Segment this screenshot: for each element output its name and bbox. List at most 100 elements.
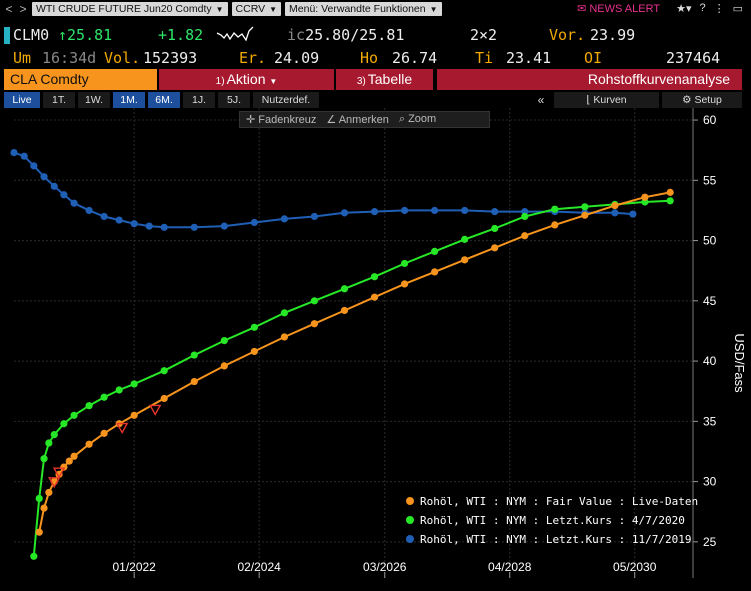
table-number: 3) (356, 76, 366, 87)
chart-legend: Rohöl, WTI : NYM : Fair Value : Live-Dat… (406, 495, 698, 546)
data-point (310, 212, 319, 221)
curves-button[interactable]: ⌊ Kurven (554, 92, 659, 108)
function-dropdown[interactable]: CCRV ▼ (231, 1, 282, 16)
zoom-label: Zoom (408, 113, 437, 125)
data-point (145, 222, 153, 230)
curves-label: Kurven (593, 94, 627, 106)
annotate-label: Anmerken (338, 114, 389, 126)
ticker-marker (4, 27, 10, 44)
magnifier-icon: ⌕ (398, 113, 406, 125)
back-arrow-icon[interactable]: < (4, 2, 14, 16)
crosshair-tool[interactable]: ✛ Fadenkreuz (246, 113, 316, 126)
data-point (100, 429, 108, 437)
related-functions-dropdown[interactable]: Menü: Verwandte Funktionen ▼ (285, 1, 442, 16)
data-point (220, 362, 228, 370)
range-6m[interactable]: 6M. (148, 92, 180, 108)
data-point (340, 306, 349, 315)
help-icon[interactable]: ? (699, 2, 705, 15)
price-change: +1.82 (158, 26, 204, 44)
data-point (160, 367, 168, 375)
data-point (461, 206, 469, 215)
range-5y[interactable]: 5J. (218, 92, 250, 108)
table-button[interactable]: 3) Tabelle (336, 69, 433, 90)
ticker[interactable]: CLM0 (13, 26, 49, 44)
annotate-tool[interactable]: ∠ Anmerken (326, 113, 388, 126)
setup-button[interactable]: ⚙ Setup (662, 92, 742, 108)
data-point (491, 224, 499, 233)
data-point (521, 212, 529, 221)
um-label: Um (13, 49, 32, 67)
data-point (160, 394, 168, 403)
table-label: Tabelle (367, 71, 413, 87)
data-point (370, 208, 379, 216)
range-custom[interactable]: Nutzerdef. (253, 92, 319, 108)
data-point (45, 439, 53, 447)
range-1m[interactable]: 1M. (113, 92, 145, 108)
data-point (641, 193, 649, 201)
y-tick-label: 40 (703, 354, 717, 368)
y-tick-label: 25 (703, 535, 717, 549)
data-point (250, 323, 258, 331)
range-live[interactable]: Live (4, 92, 40, 108)
data-point (310, 297, 319, 305)
last-price: ↑25.81 (58, 26, 113, 44)
security-tab[interactable]: CLA Comdty (4, 69, 157, 90)
data-point (10, 148, 18, 157)
open-interest-label: OI (584, 49, 603, 67)
data-point (370, 293, 379, 301)
prev-label: Vor. (549, 26, 586, 44)
chevron-down-icon: ▼ (215, 4, 224, 14)
data-point (130, 220, 138, 228)
data-point (85, 402, 93, 410)
range-1y[interactable]: 1J. (183, 92, 215, 108)
data-point (40, 504, 48, 512)
ic-label: ic (287, 26, 306, 44)
restore-icon[interactable]: ▭ (733, 2, 743, 15)
news-alert-button[interactable]: ✉ NEWS ALERT (577, 2, 660, 16)
function-dropdown-label: CCRV (235, 2, 266, 15)
legend-entry: Rohöl, WTI : NYM : Letzt.Kurs : 4/7/2020 (420, 514, 685, 527)
y-tick-label: 55 (703, 173, 717, 187)
forward-curve-chart[interactable]: 25 30 35 40 45 50 55 60 01/2022 02/2024 03/2026 04… (0, 108, 751, 591)
related-functions-label: Menü: Verwandte Funktionen (289, 2, 426, 15)
function-tab-bar: CLA Comdty 1) Aktion ▼ 3) Tabelle Rohstoff… (0, 69, 751, 90)
data-point (130, 380, 138, 388)
prev-close: 23.99 (590, 26, 636, 44)
data-point (581, 211, 589, 219)
bid-ask-value: 25.80/25.81 (305, 26, 405, 44)
y-tick-label: 45 (703, 294, 717, 308)
data-point (666, 197, 674, 205)
open-price: 24.09 (274, 49, 320, 67)
security-dropdown-label: WTI CRUDE FUTURE Jun20 Comdty (36, 2, 212, 15)
data-point (340, 209, 349, 217)
action-label: Aktion (226, 71, 266, 87)
range-1d[interactable]: 1T. (43, 92, 75, 108)
data-point (50, 430, 58, 439)
high-price: 26.74 (392, 49, 438, 67)
star-icon[interactable]: ★▾ (676, 2, 691, 15)
security-dropdown[interactable]: WTI CRUDE FUTURE Jun20 Comdty ▼ (32, 1, 228, 16)
data-point (581, 203, 589, 211)
data-point (551, 221, 559, 229)
chevron-down-icon: ▼ (429, 4, 438, 14)
command-bar: < > WTI CRUDE FUTURE Jun20 Comdty ▼ CCRV ▼… (0, 0, 751, 17)
data-point (70, 199, 78, 207)
data-point (100, 393, 108, 401)
action-menu-button[interactable]: 1) Aktion ▼ (159, 69, 334, 90)
data-point (521, 232, 529, 240)
data-point (160, 223, 168, 231)
y-tick-label: 50 (703, 234, 717, 248)
high-label: Ho (360, 49, 379, 67)
x-tick-label: 04/2028 (488, 560, 532, 574)
zoom-tool[interactable]: ⌕ Zoom (399, 113, 436, 126)
data-point (115, 216, 123, 224)
quote-time: 16:34d (42, 49, 97, 67)
data-point (400, 280, 409, 288)
quote-line-1: CLM0 ↑25.81 +1.82 ic25.80/25.81 2×2 Vor.… (0, 25, 751, 47)
forward-arrow-icon[interactable]: > (18, 2, 28, 16)
data-point (280, 333, 288, 341)
more-icon[interactable]: ⋮ (714, 2, 725, 15)
range-1w[interactable]: 1W. (78, 92, 110, 108)
crosshair-icon: ✛ (246, 114, 256, 126)
collapse-button[interactable]: « (531, 92, 551, 108)
